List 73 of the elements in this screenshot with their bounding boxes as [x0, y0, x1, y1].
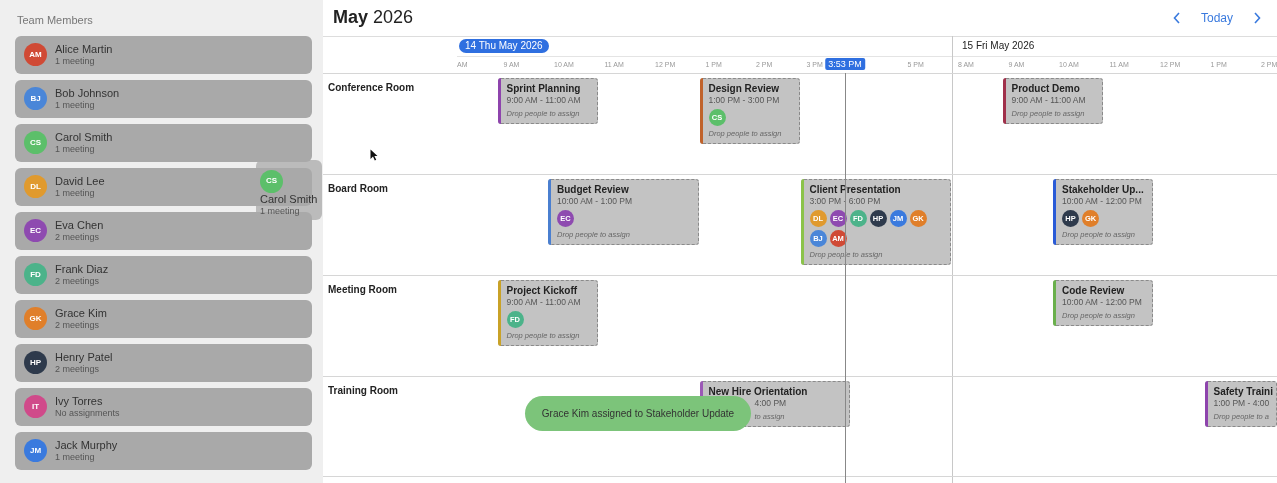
day-header: 14 Thu May 2026: [459, 39, 549, 53]
event-time: 10:00 AM - 1:00 PM: [557, 196, 633, 207]
room-label: Training Room: [328, 384, 398, 398]
member-name: Carol Smith: [55, 130, 113, 144]
event-title: Design Review: [708, 82, 780, 95]
member-name: Eva Chen: [55, 218, 104, 232]
meeting-count: 2 meetings: [55, 363, 101, 375]
day-header: 15 Fri May 2026: [961, 39, 1036, 53]
event-time: 4:00 PM: [754, 398, 787, 409]
meeting-count: 1 meeting: [55, 55, 96, 67]
event-time: 1:00 PM - 4:00: [1213, 398, 1270, 409]
today-button[interactable]: Today: [1194, 7, 1239, 29]
event-title: Client Presentation: [809, 183, 901, 196]
member-name: Frank Diaz: [55, 262, 109, 276]
meeting-count: 1 meeting: [55, 99, 96, 111]
member-name: Henry Patel: [55, 350, 113, 364]
assignment-toast: Grace Kim assigned to Stakeholder Update: [525, 396, 751, 431]
event-time: 1:00 PM - 3:00 PM: [708, 95, 780, 106]
event-time: 9:00 AM - 11:00 AM: [506, 95, 581, 106]
member-card[interactable]: IT Ivy Torres No assignments: [15, 387, 312, 426]
cursor-icon: [370, 149, 378, 161]
member-name: Jack Murphy: [55, 438, 118, 452]
section-title: Team Members: [17, 13, 93, 28]
chevron-left-icon: [1172, 12, 1181, 24]
meeting-count: 1 meeting: [55, 143, 96, 155]
current-time-label: 3:53 PM: [825, 58, 865, 70]
chevron-right-icon: [1253, 12, 1261, 24]
event-time: 9:00 AM - 11:00 AM: [1011, 95, 1086, 106]
event-title: Product Demo: [1011, 82, 1080, 95]
member-name: Ivy Torres: [55, 394, 104, 408]
member-name: Alice Martin: [55, 42, 113, 56]
avatar: GK: [24, 307, 47, 330]
member-card[interactable]: CS Carol Smith 1 meeting: [15, 123, 312, 162]
event-time: 10:00 AM - 12:00 PM: [1062, 297, 1142, 308]
avatar: IT: [24, 395, 47, 418]
meeting-count: 2 meetings: [55, 275, 101, 287]
member-card[interactable]: GK Grace Kim 2 meetings: [15, 299, 312, 338]
member-name: Bob Johnson: [55, 86, 120, 100]
room-label: Meeting Room: [328, 283, 397, 297]
room-label: Conference Room: [328, 81, 415, 95]
room-label: Board Room: [328, 182, 388, 196]
avatar: AM: [24, 43, 47, 66]
event-title: Project Kickoff: [506, 284, 578, 297]
event-title: Safety Traini: [1213, 385, 1273, 398]
member-card[interactable]: BJ Bob Johnson 1 meeting: [15, 79, 312, 118]
member-name: Grace Kim: [55, 306, 107, 320]
event-title: Code Review: [1062, 284, 1125, 297]
avatar: FD: [24, 263, 47, 286]
member-card[interactable]: AM Alice Martin 1 meeting: [15, 35, 312, 74]
meeting-count: 2 meetings: [55, 319, 101, 331]
event-title: New Hire Orientation: [708, 385, 808, 398]
event-title: Sprint Planning: [506, 82, 581, 95]
meeting-count: 1 meeting: [55, 451, 96, 463]
member-card[interactable]: HP Henry Patel 2 meetings: [15, 343, 312, 382]
avatar: CS: [260, 169, 283, 193]
avatar: DL: [24, 175, 47, 198]
event-time: 10:00 AM - 12:00 PM: [1062, 196, 1142, 207]
avatar: HP: [24, 351, 47, 374]
avatar: JM: [24, 439, 47, 462]
member-card[interactable]: FD Frank Diaz 2 meetings: [15, 255, 312, 294]
month-title: May 2026: [333, 7, 414, 29]
meeting-count: 2 meetings: [55, 231, 101, 243]
member-name: David Lee: [55, 174, 105, 188]
avatar: EC: [24, 219, 47, 242]
member-card[interactable]: JM Jack Murphy 1 meeting: [15, 431, 312, 470]
meeting-count: No assignments: [55, 407, 120, 419]
avatar: BJ: [24, 87, 47, 110]
meeting-count: 1 meeting: [55, 187, 96, 199]
event-time: 9:00 AM - 11:00 AM: [506, 297, 581, 308]
event-time: 3:00 PM - 6:00 PM: [809, 196, 881, 207]
event-title: Stakeholder Up...: [1062, 183, 1144, 196]
event-title: Budget Review: [557, 183, 629, 196]
avatar: CS: [24, 131, 47, 154]
